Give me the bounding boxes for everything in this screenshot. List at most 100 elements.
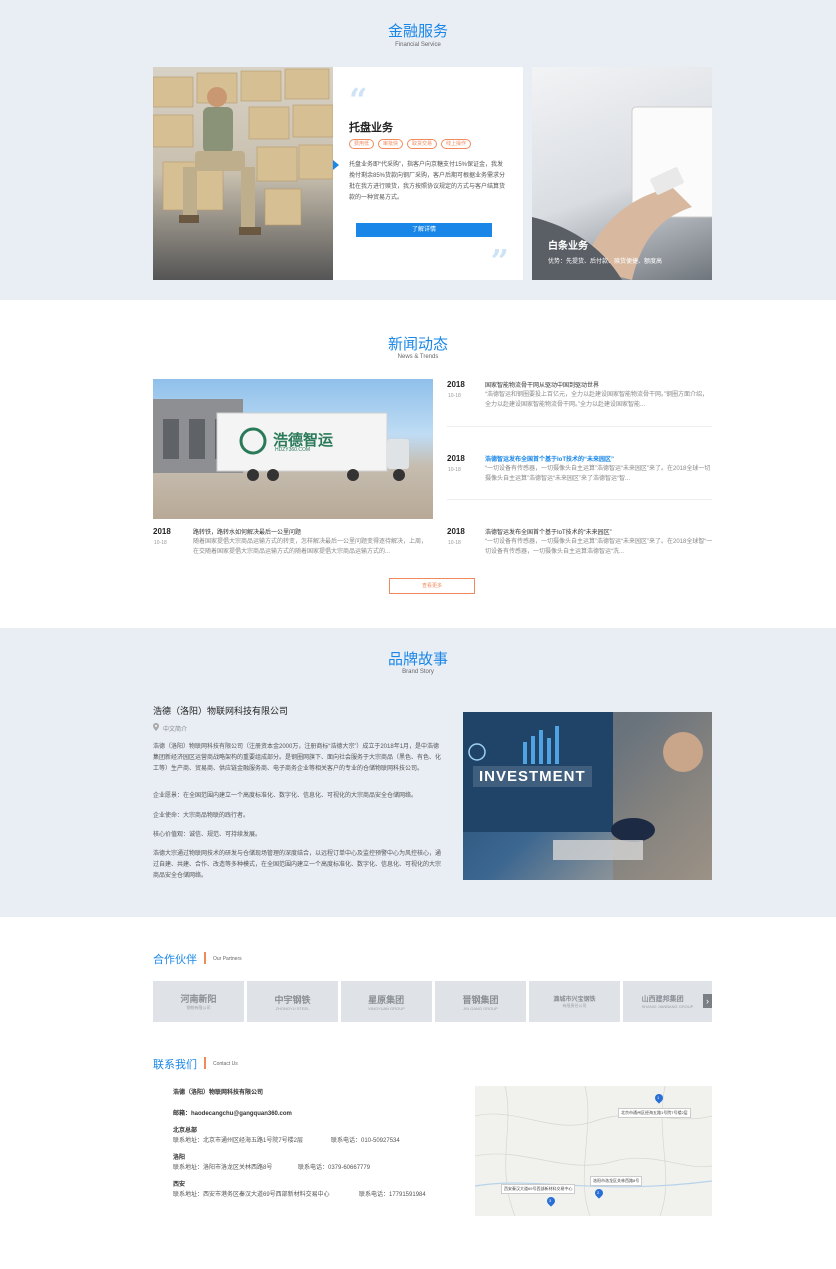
tag: 费用低: [349, 139, 375, 149]
location-pin-icon: [153, 723, 159, 731]
card-title: 白条业务: [548, 241, 588, 252]
news-year: 2018: [447, 454, 465, 463]
brand-paragraph: 企业使命：大宗商品物联的践行者。: [153, 813, 250, 819]
financial-section: 金融服务 Financial Service “ 托盘业务 费用低 审批快 取货…: [0, 0, 836, 300]
map-background: [475, 1086, 712, 1216]
intro-label: 中文简介: [163, 727, 188, 733]
office-city: 西安: [173, 1182, 186, 1188]
partner-name: 晋钢集团: [462, 994, 499, 1005]
map-label: 西安秦汉大道69号西部新材料交易中心: [501, 1184, 576, 1194]
news-description: “一切设备有传感器，一切摄像头自主运算”浩德智运“未来园区”来了。在2018全球…: [485, 539, 713, 555]
contact-company: 浩德（洛阳）物联网科技有限公司: [173, 1090, 264, 1096]
partner-name: 山西建邦集团: [641, 996, 684, 1003]
tag: 线上操作: [441, 139, 472, 149]
truck-brand-subtext: HDZY360.COM: [275, 447, 311, 453]
partners-subtitle: Our Partners: [213, 956, 242, 962]
partner-logo[interactable]: 河南新阳 钢铁有限公司: [153, 981, 244, 1022]
featured-news-image[interactable]: 浩德智运 HDZY360.COM: [153, 379, 433, 519]
partner-logo[interactable]: 潞城市兴宝钢铁 有限责任公司: [529, 981, 620, 1022]
news-section: 新闻动态 News & Trends 浩德智运 HDZY360.COM 2018…: [0, 300, 836, 628]
office-address: 联系地址：洛阳市洛龙区关林西路8号: [173, 1165, 273, 1171]
office-phone: 联系电话：0379-60667779: [298, 1165, 371, 1171]
brand-section: 品牌故事 Brand Story 浩德（洛阳）物联网科技有限公司 中文简介 浩德…: [0, 628, 836, 917]
partner-subname: JIN GANG GROUP: [463, 1005, 498, 1011]
map-pin-number: 3: [549, 1198, 552, 1203]
carousel-next-icon[interactable]: ›: [703, 994, 712, 1008]
news-date: 10-18: [154, 540, 167, 546]
divider: [447, 426, 712, 427]
tag: 审批快: [378, 139, 404, 149]
partner-subname: XINGYUAN GROUP: [368, 1005, 405, 1011]
map-pin-number: 1: [657, 1095, 660, 1100]
card-description: 优势：先提货、后付款、赎货便捷、额度高: [548, 259, 663, 265]
news-description: “一切设备有传感器，一切摄像头自主运算”浩德智运“未来园区”来了。在2018全球…: [485, 466, 711, 482]
section-title: 品牌故事: [387, 651, 448, 668]
card-title: 托盘业务: [349, 122, 393, 134]
title-accent-bar: [204, 1057, 206, 1069]
quote-close-icon: ”: [490, 242, 509, 280]
company-name: 浩德（洛阳）物联网科技有限公司: [153, 706, 289, 716]
white-bill-card[interactable]: 白条业务 优势：先提货、后付款、赎货便捷、额度高: [532, 67, 712, 280]
partner-subname: 钢铁有限公司: [186, 1005, 211, 1010]
title-accent-bar: [204, 952, 206, 964]
view-more-button[interactable]: 查看更多: [389, 578, 475, 594]
news-year: 2018: [447, 527, 465, 536]
news-item-featured[interactable]: 2018 10-18 路转铁，路转水如何解决最后一公里问题 随着国家提倡大宗商品…: [153, 527, 433, 559]
partner-subname: SHANXI JIANBANG GROUP: [641, 1004, 694, 1009]
office-city: 北京总部: [173, 1128, 198, 1134]
news-title[interactable]: 路转铁，路转水如何解决最后一公里问题: [193, 527, 301, 536]
divider: [447, 499, 712, 500]
partner-logo[interactable]: 星原集团 XINGYUAN GROUP: [341, 981, 432, 1022]
office-city: 洛阳: [173, 1155, 186, 1161]
section-subtitle: News & Trends: [397, 354, 439, 360]
office-address: 联系地址：北京市通州区经海五路1号院7号楼2层: [173, 1138, 304, 1144]
warehouse-worker-photo: [153, 67, 333, 280]
map-pin-number: 2: [597, 1190, 600, 1195]
map-label: 洛阳市洛龙区关林西路8号: [590, 1176, 643, 1186]
news-year: 2018: [447, 380, 465, 389]
tag-list: 费用低 审批快 取货交易 线上操作: [349, 139, 472, 149]
pointer-arrow-icon: [333, 160, 339, 170]
partner-name: 河南新阳: [180, 994, 217, 1004]
partner-name: 中宇钢铁: [274, 994, 311, 1005]
contact-title: 联系我们: [153, 1059, 197, 1071]
news-title[interactable]: 国家智能物流骨干网从驱动中国到驱动世界: [485, 380, 599, 389]
news-date: 10-18: [448, 393, 461, 399]
brand-paragraph: 企业愿景：在全国范围内建立一个高度标准化、数字化、信息化、可视化的大宗商品安全仓…: [153, 793, 418, 799]
partner-logo[interactable]: 晋钢集团 JIN GANG GROUP: [435, 981, 526, 1022]
section-title: 新闻动态: [387, 336, 448, 353]
partner-logo[interactable]: 中宇钢铁 ZHONGYU STEEL: [247, 981, 338, 1022]
boxes-illustration: [153, 68, 333, 235]
investment-label: INVESTMENT: [473, 766, 592, 787]
news-date: 10-18: [448, 467, 461, 473]
news-title[interactable]: 浩德智运发布全国首个基于IoT技术的“未来园区”: [485, 454, 614, 463]
office-phone: 联系电话：010-50927534: [331, 1138, 400, 1144]
office-address: 联系地址：西安市港务区秦汉大道69号西部新材料交易中心: [173, 1192, 330, 1198]
contact-email[interactable]: 邮箱：haodecangchu@gangquan360.com: [173, 1108, 292, 1117]
news-description: “浩德智运和钢圈要投上百亿元，全力以赴建设国家智能物流骨干网。”钢圈方面介绍，全…: [485, 392, 708, 408]
brand-paragraph: 浩德（洛阳）物联网科技有限公司（注册资本金2000万，注册商标“浩德大宗”）成立…: [153, 744, 442, 772]
investment-screen-illustration: [463, 712, 712, 880]
quote-open-icon: “: [349, 81, 368, 119]
office-phone: 联系电话：17791591984: [359, 1192, 426, 1198]
office-map[interactable]: 1 北京市通州区经海五路1号院7号楼2层 2 洛阳市洛龙区关林西路8号 3 西安…: [475, 1086, 712, 1216]
tag: 取货交易: [407, 139, 438, 149]
investment-photo: INVESTMENT: [463, 712, 712, 880]
card-description: 托盘业务即“代采购”，指客户向京糖支付15%保证金，我发挽付剩余85%货款向钢厂…: [349, 162, 506, 201]
learn-more-button[interactable]: 了解详情: [356, 223, 492, 237]
news-item[interactable]: 2018 10-18 浩德智运发布全国首个基于IoT技术的“未来园区” “一切设…: [447, 527, 713, 559]
news-item[interactable]: 2018 10-18 浩德智运发布全国首个基于IoT技术的“未来园区” “一切设…: [447, 454, 713, 486]
partner-subname: ZHONGYU STEEL: [275, 1005, 310, 1011]
section-subtitle: Brand Story: [402, 669, 434, 675]
contact-subtitle: Contact Us: [213, 1061, 238, 1067]
partner-logo[interactable]: 山西建邦集团 SHANXI JIANBANG GROUP: [623, 981, 712, 1022]
section-subtitle: Financial Service: [395, 42, 441, 48]
partner-subname: 有限责任公司: [562, 1003, 587, 1008]
map-label: 北京市通州区经海五路1号院7号楼2层: [618, 1108, 691, 1118]
news-date: 10-18: [448, 540, 461, 546]
partner-name: 星原集团: [368, 994, 405, 1005]
news-item[interactable]: 2018 10-18 国家智能物流骨干网从驱动中国到驱动世界 “浩德智运和钢圈要…: [447, 380, 713, 412]
pallet-business-card: “ 托盘业务 费用低 审批快 取货交易 线上操作 托盘业务即“代采购”，指客户向…: [333, 67, 523, 280]
partners-title: 合作伙伴: [153, 954, 197, 966]
news-title[interactable]: 浩德智运发布全国首个基于IoT技术的“未来园区”: [485, 527, 612, 536]
